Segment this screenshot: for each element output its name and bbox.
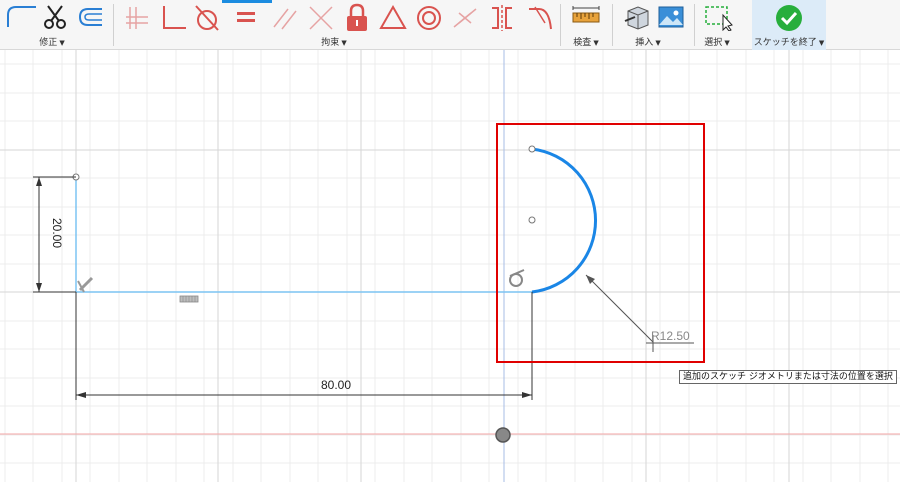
select-group-label[interactable]: 選択 ▼ <box>704 35 729 48</box>
concentric-icon[interactable] <box>414 3 444 31</box>
finish-check-icon[interactable] <box>774 3 804 31</box>
insert-derive-icon[interactable] <box>622 3 652 31</box>
tangent-icon[interactable] <box>192 3 222 31</box>
curvature-icon[interactable] <box>525 3 555 31</box>
measure-icon[interactable] <box>570 3 602 31</box>
symmetry-icon[interactable] <box>487 3 517 31</box>
tangent-constraint-glyph[interactable] <box>509 269 525 287</box>
perpendicular-icon[interactable] <box>158 3 188 31</box>
sketch-canvas[interactable]: 20.00 80.00 R12.50 <box>0 50 900 482</box>
select-icon[interactable] <box>703 3 735 31</box>
selection-highlight-box <box>496 123 705 363</box>
fix-lock-icon[interactable] <box>342 3 372 31</box>
horizontal-dimension[interactable]: 80.00 <box>75 292 533 400</box>
finish-sketch-button[interactable]: スケッチを終了 ▼ <box>752 0 826 50</box>
vertical-dimension-text[interactable]: 20.00 <box>50 218 64 248</box>
arc-start-point[interactable] <box>528 145 536 153</box>
arc-center-point[interactable] <box>528 216 536 224</box>
inspect-group-label[interactable]: 検査 ▼ <box>573 35 598 48</box>
insert-image-icon[interactable] <box>656 3 686 31</box>
trim-icon[interactable] <box>40 3 70 31</box>
equal-icon[interactable] <box>232 3 262 31</box>
horizontal-vertical-icon[interactable] <box>124 3 154 31</box>
parallel-icon[interactable] <box>270 3 300 31</box>
radius-dimension[interactable]: R12.50 <box>585 274 694 352</box>
horizontal-dimension-text[interactable]: 80.00 <box>321 378 351 392</box>
coincident-icon[interactable] <box>306 3 336 31</box>
finish-sketch-label[interactable]: スケッチを終了 ▼ <box>754 35 824 48</box>
midpoint-icon[interactable] <box>450 3 480 31</box>
radius-dimension-text[interactable]: R12.50 <box>651 329 690 343</box>
modify-group-label[interactable]: 修正 ▼ <box>39 35 64 48</box>
origin-point[interactable] <box>495 427 511 443</box>
sketch-arc[interactable] <box>531 147 598 294</box>
fillet-icon[interactable] <box>4 3 38 31</box>
grid-minor <box>0 50 900 482</box>
sketch-toolbar: 修正 ▼ 拘束 ▼ 検査 ▼ 挿入 ▼ 選択 ▼ スケッチを終了 ▼ <box>0 0 900 50</box>
constraints-group-label[interactable]: 拘束 ▼ <box>321 35 346 48</box>
status-tooltip: 追加のスケッチ ジオメトリまたは寸法の位置を選択 <box>679 370 897 384</box>
grid-major <box>0 50 900 482</box>
triangle-icon[interactable] <box>378 3 408 31</box>
insert-group-label[interactable]: 挿入 ▼ <box>635 35 660 48</box>
offset-icon[interactable] <box>74 3 104 31</box>
horizontal-constraint-glyph[interactable] <box>179 295 199 303</box>
